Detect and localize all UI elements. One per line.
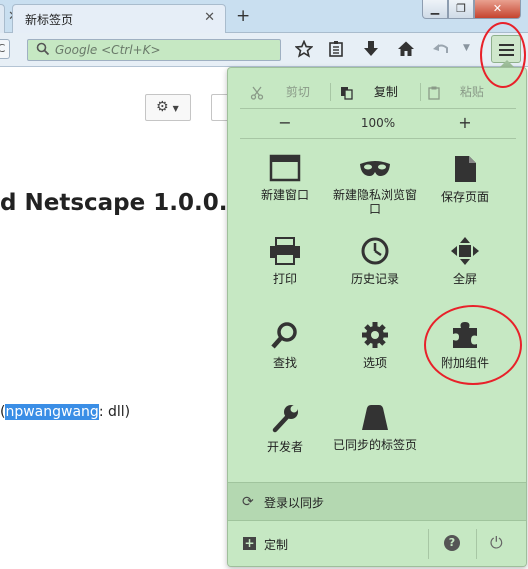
divider: [428, 529, 429, 559]
reload-icon[interactable]: C: [0, 39, 10, 59]
fullscreen-button[interactable]: 全屏: [420, 236, 510, 286]
item-label: 查找: [272, 356, 297, 370]
item-label: 已同步的标签页: [332, 438, 417, 452]
scissors-icon: [250, 85, 268, 100]
copy-icon: [340, 85, 358, 100]
item-label: 打印: [272, 272, 297, 286]
paste-button[interactable]: 粘贴: [428, 78, 484, 106]
tab-previous[interactable]: [0, 4, 5, 33]
divider: [240, 108, 516, 109]
window-controls: ▁ ❐ ✕: [422, 0, 528, 20]
tab-new-tab-page[interactable]: 新标签页 ✕: [12, 4, 226, 33]
save-page-button[interactable]: 保存页面: [420, 154, 510, 204]
item-label: 新建窗口: [260, 188, 309, 202]
history-button[interactable]: 历史记录: [330, 236, 420, 286]
maximize-button[interactable]: ❐: [448, 0, 474, 19]
minimize-button[interactable]: ▁: [422, 0, 448, 19]
developer-button[interactable]: 开发者: [240, 402, 330, 454]
panel-footer: + 定制 ? ⏻: [228, 520, 526, 566]
annotation-circle-addons: [424, 305, 522, 385]
bookmark-star-icon[interactable]: [294, 39, 314, 62]
chevron-down-icon[interactable]: ▼: [463, 43, 470, 53]
options-gear-icon: [362, 322, 388, 348]
fullscreen-icon: [451, 237, 479, 265]
new-tab-button[interactable]: +: [236, 6, 250, 26]
find-button[interactable]: 查找: [240, 320, 330, 370]
search-placeholder: Google <Ctrl+K>: [55, 43, 161, 57]
copy-button[interactable]: 复制: [340, 78, 398, 106]
zoom-reset-button[interactable]: 100%: [338, 110, 418, 136]
synced-tabs-button[interactable]: 已同步的标签页: [330, 402, 420, 452]
zoom-controls: − 100% +: [228, 110, 526, 136]
close-icon[interactable]: ✕: [204, 10, 215, 25]
history-clock-icon: [361, 237, 389, 265]
item-label: 选项: [362, 356, 387, 370]
copy-label: 复制: [373, 85, 398, 99]
find-magnifier-icon: [271, 322, 297, 349]
chevron-down-icon: ▼: [172, 104, 179, 113]
zoom-out-button[interactable]: −: [250, 110, 320, 136]
private-mask-icon: [360, 161, 390, 176]
customize-button[interactable]: 定制: [264, 536, 288, 553]
undo-arrow-icon[interactable]: [432, 40, 450, 62]
plugin-path: (npwangwang: dll): [0, 404, 130, 420]
window-close-button[interactable]: ✕: [474, 0, 521, 19]
gear-icon: ⚙: [156, 99, 169, 115]
item-label: 历史记录: [350, 272, 399, 286]
quit-power-icon[interactable]: ⏻: [490, 533, 503, 553]
tab-title: 新标签页: [25, 13, 74, 27]
bookmarks-menu-icon[interactable]: [328, 40, 344, 62]
downloads-icon[interactable]: [362, 40, 380, 62]
annotation-circle-menu: [480, 22, 526, 88]
new-window-button[interactable]: 新建窗口: [240, 154, 330, 202]
search-input[interactable]: Google <Ctrl+K>: [27, 39, 281, 61]
page-heading: d Netscape 1.0.0.0: [0, 190, 244, 216]
sync-label: 登录以同步: [264, 496, 325, 510]
options-button[interactable]: 选项: [330, 320, 420, 370]
print-button[interactable]: 打印: [240, 236, 330, 286]
divider: [420, 83, 421, 101]
developer-wrench-icon: [272, 405, 298, 433]
divider: [330, 83, 331, 101]
selected-text: npwangwang: [5, 404, 99, 420]
sync-icon: ⟳: [242, 494, 254, 510]
settings-gear-button[interactable]: ⚙ ▼: [145, 94, 191, 121]
save-page-icon: [455, 156, 476, 182]
navigation-toolbar: C Google <Ctrl+K> ▼: [0, 33, 528, 67]
item-label: 保存页面: [440, 190, 489, 204]
path-suffix: : dll): [98, 404, 131, 420]
search-icon: [36, 42, 50, 60]
new-private-window-button[interactable]: 新建隐私浏览窗口: [330, 154, 420, 216]
item-label: 全屏: [452, 272, 477, 286]
zoom-in-button[interactable]: +: [428, 110, 502, 136]
print-icon: [270, 237, 300, 265]
clipboard-icon: [428, 85, 444, 100]
cut-label: 剪切: [285, 85, 310, 99]
sign-in-sync-button[interactable]: ⟳ 登录以同步: [228, 482, 526, 520]
cut-button[interactable]: 剪切: [250, 78, 310, 106]
customize-plus-icon: +: [243, 536, 256, 550]
tab-strip: ✕ 新标签页 ✕ + ▁ ❐ ✕: [0, 0, 528, 33]
new-window-icon: [269, 154, 301, 182]
home-icon[interactable]: [397, 40, 415, 62]
divider: [240, 138, 516, 139]
divider: [476, 529, 477, 559]
edit-controls: 剪切 复制 粘贴: [228, 78, 526, 106]
help-icon[interactable]: ?: [444, 535, 460, 551]
synced-tabs-icon: [362, 405, 388, 430]
paste-label: 粘贴: [459, 85, 484, 99]
item-label: 新建隐私浏览窗口: [332, 188, 417, 216]
item-label: 开发者: [266, 440, 303, 454]
